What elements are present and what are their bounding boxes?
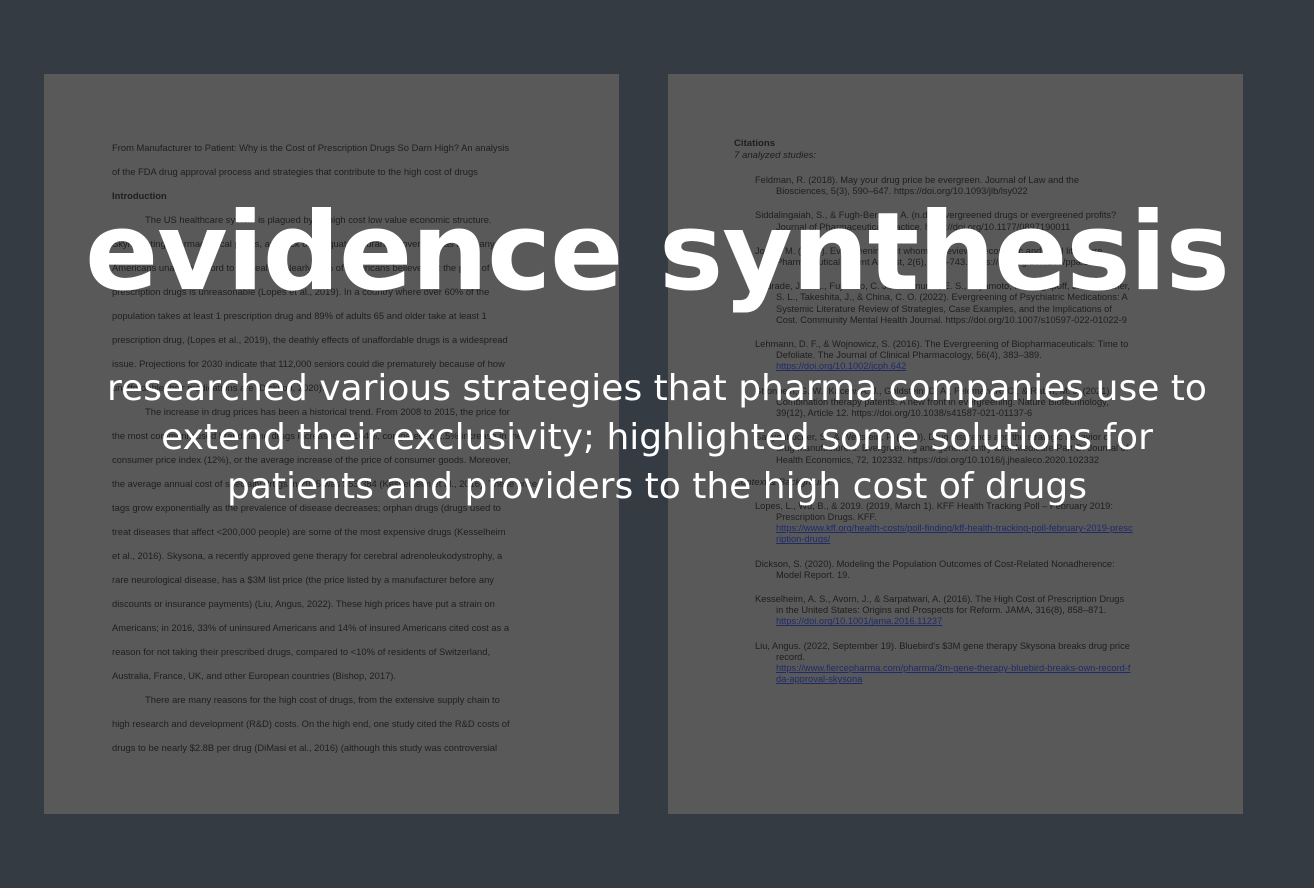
citation-line: Model Report. 19. — [776, 569, 850, 580]
citation-entry: Stronbein, G. W., Kacew, A. J., Goldstei… — [755, 386, 1183, 420]
document-line: high research and development (R&D) cost… — [112, 718, 510, 729]
document-line: consumer price index (12%), or the avera… — [112, 454, 511, 465]
citation-line: Kesselheim, A. S., Avorn, J., & Sarpatwa… — [755, 594, 1125, 605]
citation-list: Feldman, R. (2018). May your drug price … — [734, 175, 1183, 466]
citation-entry: Jones, M. (2018). Evergreening but whom?… — [755, 246, 1183, 268]
citation-link[interactable]: https://www.fiercepharma.com/pharma/3m-g… — [755, 663, 1183, 674]
section-heading: Introduction — [112, 190, 167, 201]
document-line: treat diseases that affect <200,000 peop… — [112, 526, 506, 537]
citation-line: Siddalingaiah, S., & Fugh-Berman, A. (n.… — [755, 210, 1117, 221]
citation-line: Prescription Drugs. KFF. — [776, 512, 877, 523]
context-background-label: Context & Background: — [734, 476, 833, 488]
document-line: of the FDA drug approval process and str… — [112, 166, 478, 177]
citation-link[interactable]: ription-drugs/ — [755, 534, 1183, 545]
citation-line: Lehmann, D. F., & Wojnowicz, S. (2016). … — [755, 339, 1129, 350]
citation-line: Pharmaceutical Patent Analyst, 2(6), 731… — [776, 257, 1107, 268]
citation-entry: Kesselheim, A. S., Avorn, J., & Sarpatwa… — [755, 594, 1183, 628]
document-line: prescription drugs is unreasonable (Lope… — [112, 286, 490, 297]
citation-line: Defoliate. The Journal of Clinical Pharm… — [776, 350, 1042, 361]
citation-entry: Sanyenbucher, S., & Wettstein, P. (2020)… — [755, 432, 1183, 466]
citation-entry: Siddalingaiah, S., & Fugh-Berman, A. (n.… — [755, 210, 1183, 232]
citation-line: 39(12), Article 12. https://doi.org/10.1… — [776, 408, 1033, 419]
document-line: reason for not taking their prescribed d… — [112, 646, 491, 657]
citation-line: Combination therapy patents: A new front… — [776, 396, 1109, 407]
citation-entry: Andrade, J. K. L., Fujimoto, C. J., Hish… — [755, 281, 1183, 326]
document-line: prescription drug, (Lopes et al., 2019),… — [112, 334, 508, 345]
citation-line: Sanyenbucher, S., & Wettstein, P. (2020)… — [755, 432, 1112, 443]
document-line: From Manufacturer to Patient: Why is the… — [112, 142, 510, 153]
document-line: The US healthcare system is plagued by i… — [145, 214, 492, 225]
document-line: Skyrocketing pharmaceutical prices, and … — [112, 238, 495, 249]
document-line: the average annual cost of specialty dru… — [112, 478, 538, 489]
document-line: issue. Projections for 2030 indicate tha… — [112, 358, 505, 369]
citation-link[interactable]: https://doi.org/10.1001/jama.2016.11237 — [755, 616, 1183, 627]
citation-entry: Liu, Angus. (2022, September 19). Bluebi… — [755, 641, 1183, 686]
document-line: There are many reasons for the high cost… — [145, 694, 500, 705]
citation-line: Health Economics, 72, 102332. https://do… — [776, 454, 1100, 465]
citation-line: drug manufacturers: Evergreening and gen… — [776, 443, 1129, 454]
document-line: rare neurological disease, has a $3M lis… — [112, 574, 494, 585]
document-line: the most commonly used brand name drugs … — [112, 430, 523, 441]
citation-entry: Dickson, S. (2020). Modeling the Populat… — [755, 559, 1183, 581]
citation-line: Stronbein, G. W., Kacew, A. J., Goldstei… — [755, 385, 1113, 396]
citation-link[interactable]: https://doi.org/10.1002/jcph.642 — [755, 361, 1183, 372]
citation-line: Cost. Community Mental Health Journal. h… — [776, 314, 1127, 325]
citations-heading: Citations — [734, 138, 776, 149]
citation-link[interactable]: https://www.kff.org/health-costs/poll-fi… — [755, 523, 1183, 534]
citations-subheading: 7 analyzed studies: — [734, 150, 817, 161]
document-line: drugs to be nearly $2.8B per drug (DiMas… — [112, 742, 498, 753]
document-page-left: From Manufacturer to Patient: Why is the… — [44, 74, 619, 814]
document-line: Australia, France, UK, and other Europea… — [112, 670, 397, 681]
citation-entry: Feldman, R. (2018). May your drug price … — [755, 175, 1183, 197]
citation-line: Jones, M. (2018). Evergreening but whom?… — [755, 245, 1105, 256]
citation-line: Journal of Pharmaceutical Practice. http… — [776, 221, 1071, 232]
citation-line: Systemic Literature Review of Strategies… — [776, 303, 1112, 314]
citation-entry: Lehmann, D. F., & Wojnowicz, S. (2016). … — [755, 339, 1183, 373]
citation-line: Dickson, S. (2020). Modeling the Populat… — [755, 558, 1115, 569]
document-line: unaffordable their medications are (Dick… — [112, 382, 325, 393]
document-page-right: Citations 7 analyzed studies: Feldman, R… — [668, 74, 1243, 814]
document-line: population takes at least 1 prescription… — [112, 310, 487, 321]
document-line: tags grow exponentially as the prevalenc… — [112, 502, 501, 513]
citation-line: Feldman, R. (2018). May your drug price … — [755, 175, 1080, 185]
citation-entry: Lopes, L., Wu, B., & 2019. (2019, March … — [755, 501, 1183, 546]
citation-line: in the United States: Origins and Prospe… — [776, 605, 1107, 616]
citation-line: Liu, Angus. (2022, September 19). Bluebi… — [755, 640, 1130, 651]
document-line: The increase in drug prices has been a h… — [145, 406, 510, 417]
document-line: discounts or insurance payments) (Liu, A… — [112, 598, 495, 609]
citation-line: record. — [776, 651, 805, 662]
citation-link[interactable]: da-approval-skysona — [755, 674, 1183, 685]
document-body: From Manufacturer to Patient: Why is the… — [112, 136, 553, 760]
citation-line: Andrade, J. K. L., Fujimoto, C. J., Hish… — [755, 281, 1130, 292]
document-line: Americans; in 2016, 33% of uninsured Ame… — [112, 622, 510, 633]
citation-line: Biosciences, 5(3), 590–647. https://doi.… — [776, 186, 1028, 197]
citation-line: S. L., Takeshita, J., & China, C. O. (20… — [776, 292, 1128, 303]
citation-line: Lopes, L., Wu, B., & 2019. (2019, March … — [755, 500, 1113, 511]
background-citation-list: Lopes, L., Wu, B., & 2019. (2019, March … — [734, 501, 1183, 686]
document-line: Americans unable to afford to be healthy… — [112, 262, 490, 273]
document-line: et al., 2016). Skysona, a recently appro… — [112, 550, 503, 561]
